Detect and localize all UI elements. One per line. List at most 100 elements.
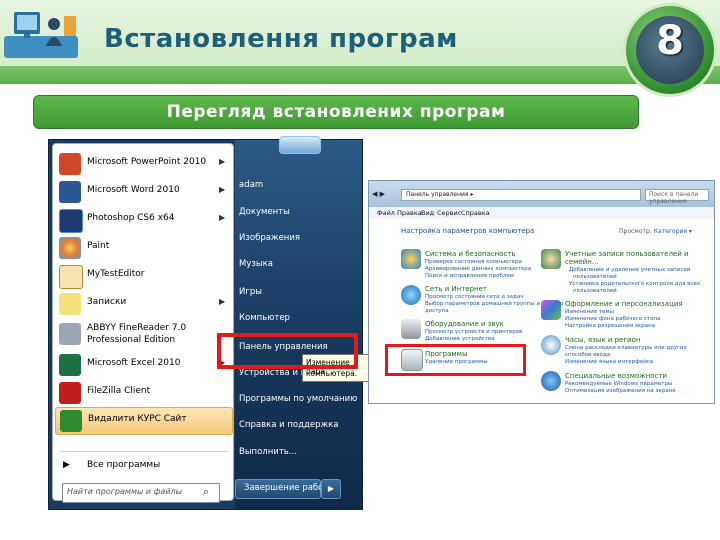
category-clock-language[interactable]: Часы, язык и регион	[565, 336, 640, 344]
cp-search-placeholder: Поиск в панели управления	[649, 191, 699, 205]
start-place-user[interactable]: adam	[239, 180, 263, 190]
start-menu: Microsoft PowerPoint 2010 ▶ Microsoft Wo…	[48, 136, 363, 510]
link-resolution[interactable]: Настройка разрешения экрана	[565, 323, 655, 329]
category-personalization[interactable]: Оформление и персонализация	[565, 300, 683, 308]
start-item-paint[interactable]: Paint	[55, 235, 231, 261]
subtitle-text: Перегляд встановлених програм	[166, 102, 506, 122]
start-item-excel[interactable]: Microsoft Excel 2010 ▶	[55, 352, 231, 378]
accessibility-icon	[541, 371, 561, 391]
security-shield-icon	[401, 249, 421, 269]
menu-view[interactable]: Вид	[421, 209, 434, 217]
start-item-label: FileZilla Client	[87, 386, 151, 396]
start-place-default-programs[interactable]: Программы по умолчанию	[239, 394, 357, 404]
start-item-label: Видалити КУРС Сайт	[88, 414, 187, 424]
start-place-run[interactable]: Выполнить...	[239, 447, 297, 457]
start-item-label: Microsoft Word 2010	[87, 185, 180, 195]
link-language[interactable]: Изменение языка интерфейса	[565, 359, 653, 365]
filezilla-icon	[59, 382, 81, 404]
start-item-label-line2: Professional Edition	[87, 335, 176, 345]
link-parental[interactable]: Установка родительского контроля для все…	[569, 281, 700, 287]
start-place-computer[interactable]: Компьютер	[239, 313, 290, 323]
chapter-badge: 8	[626, 6, 714, 94]
back-forward-icon[interactable]: ◀ ▶	[372, 190, 385, 198]
badge-inner: 8	[636, 16, 704, 84]
start-place-documents[interactable]: Документы	[239, 207, 290, 217]
link-check-status[interactable]: Проверка состояния компьютера	[425, 259, 522, 265]
address-bar[interactable]: Панель управления ▸	[401, 189, 641, 201]
search-icon: ⌕	[203, 485, 210, 498]
view-selector[interactable]: Просмотр: Категория ▾	[619, 228, 692, 235]
start-item-label: Microsoft PowerPoint 2010	[87, 157, 207, 167]
category-accessibility[interactable]: Специальные возможности	[565, 372, 667, 380]
category-users[interactable]: Учетные записи пользователей и	[565, 250, 689, 258]
start-place-pictures[interactable]: Изображения	[239, 233, 300, 243]
chevron-right-icon: ▶	[219, 213, 226, 222]
network-globe-icon	[401, 285, 421, 305]
link-parental-2[interactable]: пользователей	[573, 288, 617, 294]
start-item-mytesteditor[interactable]: MyTestEditor	[55, 263, 231, 289]
page-title: Встановлення програм	[104, 24, 458, 54]
link-optimize-display[interactable]: Оптимизация изображения на экране	[565, 388, 676, 394]
search-input[interactable]: Найти программы и файлы ⌕	[62, 483, 220, 503]
link-theme[interactable]: Изменение темы	[565, 309, 614, 315]
category-users-line2[interactable]: семейн...	[565, 258, 599, 266]
chevron-right-icon: ▶	[219, 185, 226, 194]
link-homegroup-2[interactable]: доступа	[425, 308, 449, 314]
start-item-label: Microsoft Excel 2010	[87, 358, 181, 368]
header-green-line	[0, 66, 720, 84]
search-placeholder: Найти программы и файлы	[67, 487, 182, 496]
highlight-programs	[385, 344, 526, 376]
play-arrow-icon: ▶	[63, 460, 70, 470]
shutdown-button[interactable]: Завершение работы	[235, 479, 335, 499]
link-backup[interactable]: Архивирование данных компьютера	[425, 266, 531, 272]
start-item-notes[interactable]: Записки ▶	[55, 291, 231, 317]
paint-icon	[59, 237, 81, 259]
menu-tools[interactable]: Сервис	[437, 209, 461, 217]
personalization-icon	[541, 300, 561, 320]
powerpoint-icon	[59, 153, 81, 175]
link-background[interactable]: Изменение фона рабочего стола	[565, 316, 660, 322]
link-network-status[interactable]: Просмотр состояния сети и задач	[425, 294, 523, 300]
link-devices[interactable]: Просмотр устройств и принтеров	[425, 329, 522, 335]
start-item-label: MyTestEditor	[87, 269, 145, 279]
clock-globe-icon	[541, 335, 561, 355]
link-add-device[interactable]: Добавление устройства	[425, 336, 495, 342]
menu-edit[interactable]: Правка	[397, 209, 422, 217]
slide-header: Встановлення програм 8	[0, 0, 720, 94]
link-recommended[interactable]: Рекомендуемые Windows параметры	[565, 381, 672, 387]
menu-file[interactable]: Файл	[377, 209, 395, 217]
photoshop-icon	[59, 209, 83, 233]
start-place-help[interactable]: Справка и поддержка	[239, 420, 339, 430]
category-network[interactable]: Сеть и Интернет	[425, 285, 487, 293]
menu-help[interactable]: Справка	[461, 209, 490, 217]
chevron-right-icon: ▶	[219, 297, 226, 306]
mytesteditor-icon	[59, 265, 83, 289]
start-item-powerpoint[interactable]: Microsoft PowerPoint 2010 ▶	[55, 151, 231, 177]
uninstall-icon	[60, 410, 82, 432]
link-add-accounts-2[interactable]: пользователей	[573, 274, 617, 280]
start-place-games[interactable]: Игры	[239, 287, 262, 297]
category-system-security[interactable]: Система и безопасность	[425, 250, 516, 258]
category-hardware[interactable]: Оборудование и звук	[425, 320, 504, 328]
view-label: Просмотр:	[619, 228, 652, 235]
computer-desk-icon	[4, 6, 78, 60]
start-menu-programs: Microsoft PowerPoint 2010 ▶ Microsoft Wo…	[52, 143, 234, 503]
link-troubleshoot[interactable]: Поиск и исправление проблем	[425, 273, 514, 279]
start-item-word[interactable]: Microsoft Word 2010 ▶	[55, 179, 231, 205]
separator	[59, 451, 229, 452]
start-item-label: Photoshop CS6 x64	[87, 213, 175, 223]
view-value: Категория ▾	[653, 228, 692, 235]
start-item-uninstall-site[interactable]: Видалити КУРС Сайт	[55, 407, 233, 435]
cp-search-input[interactable]: Поиск в панели управления	[645, 189, 709, 205]
shutdown-options-arrow-icon[interactable]: ▶	[321, 479, 341, 499]
start-place-music[interactable]: Музыка	[239, 259, 273, 269]
link-add-accounts[interactable]: Добавление и удаление учетных записей	[569, 267, 690, 273]
subtitle-bar: Перегляд встановлених програм	[33, 95, 639, 129]
start-item-abbyy[interactable]: ABBYY FineReader 7.0 Professional Editio…	[55, 321, 231, 351]
link-keyboard[interactable]: Смена раскладки клавиатуры или других	[565, 345, 687, 351]
tooltip-line2: компьютера.	[306, 369, 358, 378]
start-item-photoshop[interactable]: Photoshop CS6 x64 ▶	[55, 207, 231, 233]
link-keyboard-2[interactable]: способов ввода	[565, 352, 610, 358]
all-programs-button[interactable]: ▶ Все программы	[55, 454, 231, 480]
start-item-filezilla[interactable]: FileZilla Client	[55, 380, 231, 406]
